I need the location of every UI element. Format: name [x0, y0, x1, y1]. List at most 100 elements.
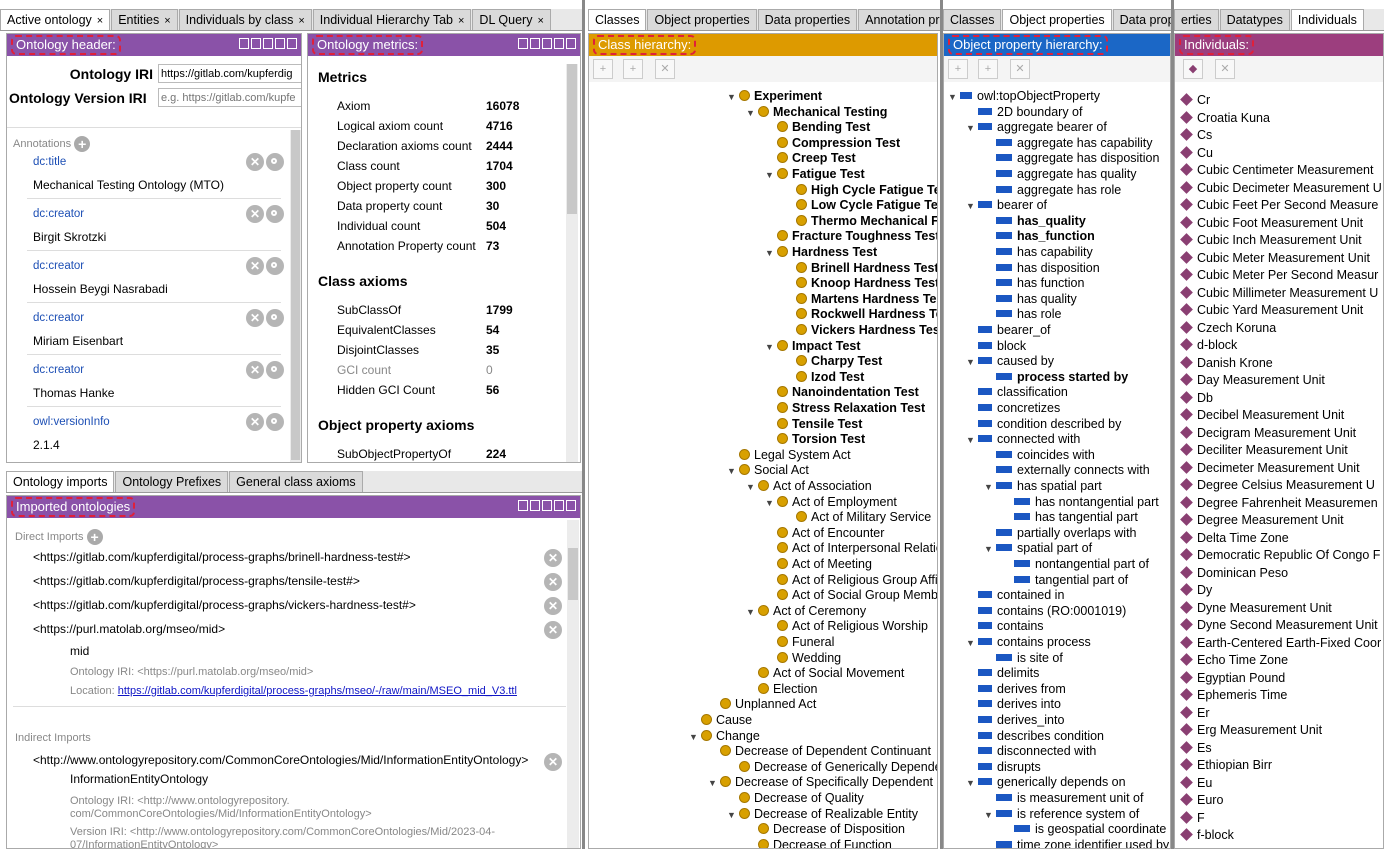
annotation-property[interactable]: dc:creator [33, 260, 84, 272]
tab[interactable]: Individuals [1290, 9, 1364, 30]
class-node[interactable]: Charpy Test [784, 354, 882, 369]
remove-import-icon[interactable]: ✕ [544, 597, 562, 615]
header-scrollbar[interactable] [290, 130, 301, 462]
property-node[interactable]: has tangential part [1002, 510, 1138, 525]
individual-item[interactable]: Degree Fahrenheit Measuremen [1179, 496, 1378, 511]
class-node[interactable]: Wedding [765, 651, 841, 666]
individual-item[interactable]: Dyne Measurement Unit [1179, 601, 1332, 616]
property-node[interactable]: derives_into [966, 713, 1064, 728]
property-node[interactable]: concretizes [966, 401, 1060, 416]
property-node[interactable]: block [966, 339, 1026, 354]
property-node[interactable]: aggregate has capability [984, 136, 1153, 151]
property-node[interactable]: has quality [984, 292, 1077, 307]
close-icon[interactable]: × [97, 15, 103, 27]
individual-item[interactable]: Decigram Measurement Unit [1179, 426, 1356, 441]
class-node[interactable]: Torsion Test [765, 432, 865, 447]
view-controls[interactable] [516, 38, 576, 52]
property-node[interactable]: condition described by [966, 417, 1121, 432]
individual-item[interactable]: Cubic Foot Measurement Unit [1179, 216, 1363, 231]
imports-scrollbar[interactable] [567, 520, 579, 848]
individual-item[interactable]: Cubic Meter Per Second Measur [1179, 268, 1378, 283]
individual-item[interactable]: d-block [1179, 338, 1237, 353]
property-node[interactable]: tangential part of [1002, 573, 1128, 588]
class-node[interactable]: ▼ Impact Test [765, 339, 861, 354]
expanded-icon[interactable]: ▼ [765, 340, 777, 355]
tab[interactable]: Ontology Prefixes [115, 471, 229, 492]
remove-import-icon[interactable]: ✕ [544, 753, 562, 771]
direct-import[interactable]: <https://gitlab.com/kupferdigital/proces… [33, 550, 411, 564]
class-node[interactable]: Funeral [765, 635, 834, 650]
individual-item[interactable]: Decimeter Measurement Unit [1179, 461, 1360, 476]
tab[interactable]: Entities × [111, 9, 178, 30]
class-node[interactable]: Decrease of Dependent Continuant [708, 744, 931, 759]
close-icon[interactable]: × [164, 15, 170, 27]
class-node[interactable]: ▼ Social Act [727, 463, 809, 478]
delete-property-icon[interactable]: ✕ [1010, 59, 1030, 79]
expanded-icon[interactable]: ▼ [966, 199, 978, 214]
expanded-icon[interactable]: ▼ [727, 808, 739, 823]
property-node[interactable]: classification [966, 385, 1068, 400]
expanded-icon[interactable]: ▼ [966, 355, 978, 370]
tab[interactable]: Individual Hierarchy Tab × [312, 9, 472, 30]
property-node[interactable]: ▼ contains process [966, 635, 1091, 650]
individual-item[interactable]: Cubic Yard Measurement Unit [1179, 303, 1363, 318]
property-node[interactable]: externally connects with [984, 463, 1150, 478]
individual-item[interactable]: Cr [1179, 93, 1210, 108]
property-node[interactable]: ▼ aggregate bearer of [966, 120, 1107, 135]
annotation-property[interactable]: dc:creator [33, 364, 84, 376]
individual-item[interactable]: Db [1179, 391, 1213, 406]
expanded-icon[interactable]: ▼ [984, 480, 996, 495]
direct-import[interactable]: <https://purl.matolab.org/mseo/mid> [33, 622, 225, 636]
individual-item[interactable]: Earth-Centered Earth-Fixed Coor [1179, 636, 1381, 651]
property-node[interactable]: is site of [984, 651, 1063, 666]
add-import-icon[interactable]: + [86, 529, 103, 545]
tab[interactable]: DL Query × [472, 9, 551, 30]
tab[interactable]: Classes [943, 9, 1002, 30]
edit-annotation-icon[interactable] [266, 257, 284, 275]
individual-item[interactable]: Egyptian Pound [1179, 671, 1285, 686]
individual-item[interactable]: Cubic Millimeter Measurement U [1179, 286, 1378, 301]
property-node[interactable]: has nontangential part [1002, 495, 1159, 510]
individual-item[interactable]: f-block [1179, 828, 1234, 843]
tab[interactable]: Object properties [647, 9, 757, 30]
property-node[interactable]: is measurement unit of [984, 791, 1143, 806]
class-node[interactable]: ▼ Decrease of Specifically Dependent [708, 775, 933, 790]
class-node[interactable]: Rockwell Hardness Tes [784, 307, 937, 322]
class-node[interactable]: Decrease of Function [746, 838, 892, 848]
class-node[interactable]: Act of Religious Group Affilia [765, 573, 937, 588]
tab[interactable]: Active ontology × [0, 9, 111, 30]
property-node[interactable]: aggregate has role [984, 183, 1121, 198]
annotation-property[interactable]: dc:creator [33, 208, 84, 220]
individual-item[interactable]: Decibel Measurement Unit [1179, 408, 1344, 423]
class-node[interactable]: Izod Test [784, 370, 864, 385]
class-node[interactable]: Cause [689, 713, 752, 728]
tab[interactable]: Datatypes [1219, 9, 1290, 30]
edit-annotation-icon[interactable] [266, 361, 284, 379]
class-node[interactable]: Act of Social Group Members [765, 588, 937, 603]
class-node[interactable]: ▼ Act of Employment [765, 495, 897, 510]
individual-item[interactable]: Echo Time Zone [1179, 653, 1288, 668]
close-icon[interactable]: × [458, 15, 464, 27]
property-node[interactable]: ▼ bearer of [966, 198, 1047, 213]
class-node[interactable]: Unplanned Act [708, 697, 816, 712]
delete-class-icon[interactable]: ✕ [655, 59, 675, 79]
annotation-property[interactable]: dc:creator [33, 312, 84, 324]
individual-item[interactable]: Cubic Inch Measurement Unit [1179, 233, 1362, 248]
class-node[interactable]: Act of Religious Worship [765, 619, 928, 634]
class-node[interactable]: Act of Encounter [765, 526, 884, 541]
expanded-icon[interactable]: ▼ [689, 730, 701, 745]
class-node[interactable]: Nanoindentation Test [765, 385, 919, 400]
remove-import-icon[interactable]: ✕ [544, 549, 562, 567]
individual-item[interactable]: Ethiopian Birr [1179, 758, 1272, 773]
tab[interactable]: Classes [588, 9, 647, 30]
ontology-iri-field[interactable] [158, 64, 301, 83]
individual-item[interactable]: Democratic Republic Of Congo F [1179, 548, 1380, 563]
property-node[interactable]: partially overlaps with [984, 526, 1137, 541]
view-controls[interactable] [516, 500, 576, 514]
property-node[interactable]: has capability [984, 245, 1093, 260]
direct-import[interactable]: <https://gitlab.com/kupferdigital/proces… [33, 598, 416, 612]
class-node[interactable]: Vickers Hardness Test [784, 323, 937, 338]
property-node[interactable]: ▼ has spatial part [984, 479, 1102, 494]
property-node[interactable]: is geospatial coordinate [1002, 822, 1166, 837]
property-node[interactable]: ▼ generically depends on [966, 775, 1126, 790]
